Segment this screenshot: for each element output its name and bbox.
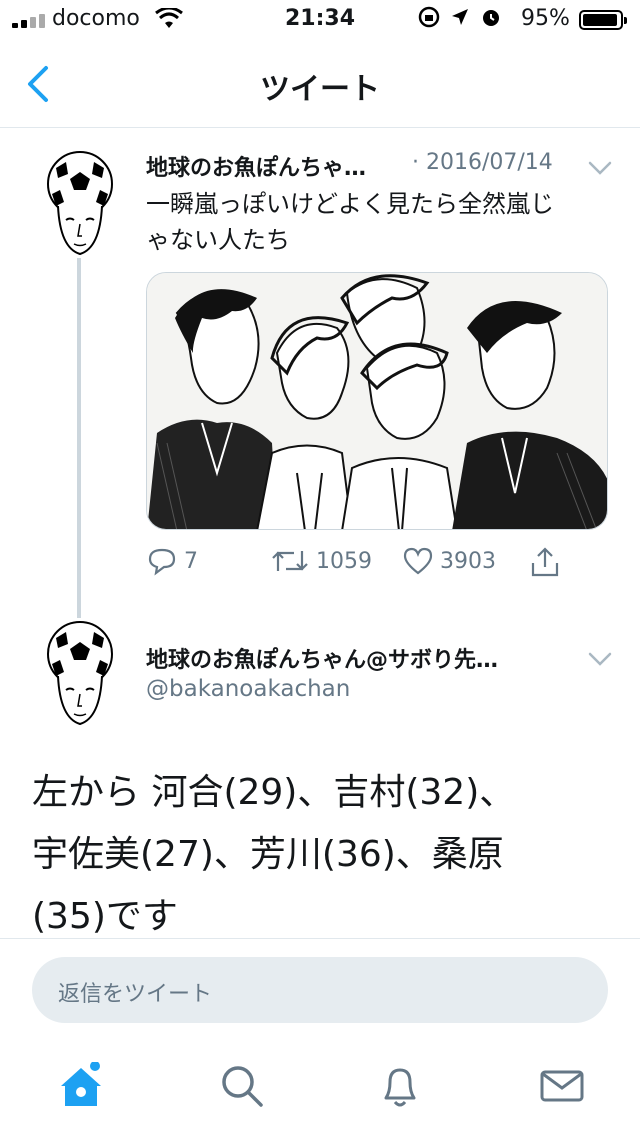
reply-bar: 返信をツイート [0, 938, 640, 1036]
heart-icon [403, 547, 433, 575]
tweet-text-line: 宇佐美(27)、芳川(36)、桑原 [32, 834, 504, 875]
author-handle[interactable]: @bakanoakachan [146, 676, 350, 702]
location-icon [452, 9, 468, 25]
chevron-down-icon[interactable] [586, 158, 614, 178]
home-icon[interactable] [57, 1062, 105, 1110]
mail-icon[interactable] [538, 1062, 586, 1110]
tweet-media-image[interactable] [146, 272, 608, 530]
reply-count: 7 [184, 548, 198, 574]
reply-input[interactable]: 返信をツイート [32, 957, 608, 1023]
bell-icon[interactable] [376, 1062, 424, 1110]
status-bar: docomo 21:34 95% [0, 0, 640, 40]
tweet-body: 左から 河合(29)、吉村(32)、 宇佐美(27)、芳川(36)、桑原 (35… [32, 762, 612, 948]
battery-percent: 95% [521, 6, 570, 31]
tweet-text-line: ゃない人たち [146, 226, 290, 254]
retweet-count: 1059 [316, 548, 372, 574]
rotation-lock-icon [418, 6, 440, 28]
navigation-bar: ツイート [0, 40, 640, 128]
author-name[interactable]: 地球のお魚ぽんちゃ… [146, 150, 412, 182]
retweet-button[interactable]: 1059 [270, 545, 372, 577]
alarm-icon [483, 10, 499, 26]
search-icon[interactable] [218, 1062, 266, 1110]
page-title: ツイート [260, 72, 380, 107]
thread-connector [77, 258, 81, 618]
like-button[interactable]: 3903 [402, 545, 496, 577]
like-count: 3903 [440, 548, 496, 574]
chevron-down-icon[interactable] [586, 649, 614, 669]
tab-bar [0, 1036, 640, 1136]
share-icon[interactable] [528, 545, 562, 579]
avatar[interactable] [42, 150, 118, 258]
retweet-icon [272, 551, 308, 571]
illustration-image [147, 273, 607, 529]
tweet-text-line: 左から 河合(29)、吉村(32)、 [32, 772, 516, 813]
tweet-text-line: 一瞬嵐っぽいけどよく見たら全然嵐じ [146, 190, 554, 218]
author-name[interactable]: 地球のお魚ぽんちゃん@サボり先… [146, 642, 571, 674]
reply-button[interactable]: 7 [146, 545, 198, 577]
avatar[interactable] [42, 620, 118, 728]
battery-icon [579, 10, 627, 30]
reply-icon [148, 548, 176, 576]
tweet-date: · 2016/07/14 [412, 150, 553, 175]
